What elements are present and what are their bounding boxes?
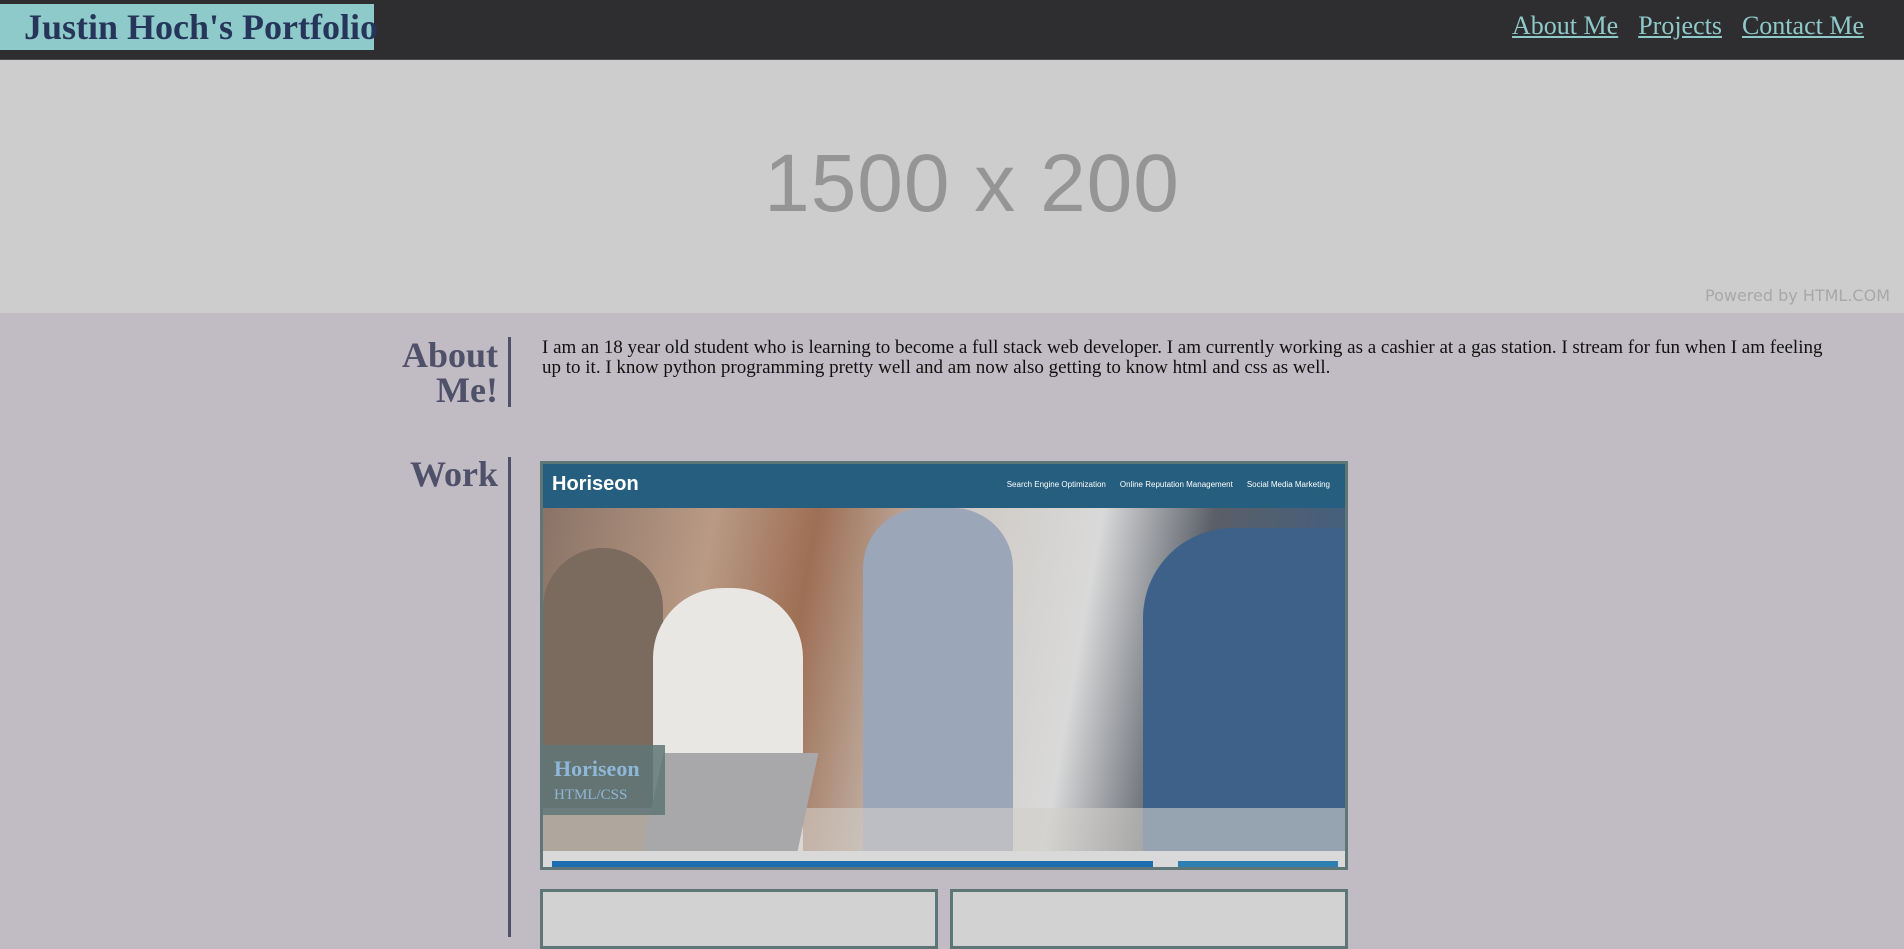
site-header: Justin Hoch's Portfolio About Me Project… xyxy=(0,0,1904,60)
project-screenshot-links: Search Engine Optimization Online Reputa… xyxy=(1007,480,1330,489)
nav-contact-me-link[interactable]: Contact Me xyxy=(1742,11,1864,41)
project-screenshot-logo: Horiseon xyxy=(552,473,639,495)
main-nav: About Me Projects Contact Me xyxy=(1512,11,1864,41)
about-section-title: About Me! xyxy=(380,335,498,410)
project-screenshot-link: Online Reputation Management xyxy=(1119,480,1233,489)
project-screenshot-bar xyxy=(1178,861,1338,867)
work-section-title: Work xyxy=(409,454,498,494)
nav-about-me-link[interactable]: About Me xyxy=(1512,11,1618,41)
about-section-divider xyxy=(508,337,511,407)
project-card[interactable] xyxy=(950,889,1348,949)
project-screenshot-link: Search Engine Optimization xyxy=(1006,480,1106,489)
project-screenshot-link: Social Media Marketing xyxy=(1246,480,1330,489)
project-screenshot-nav: Horiseon Search Engine Optimization Onli… xyxy=(543,464,1345,508)
project-screenshot-bar xyxy=(552,861,1153,867)
work-section-divider xyxy=(508,457,511,937)
photo-laptop xyxy=(642,753,819,851)
nav-projects-link[interactable]: Projects xyxy=(1638,11,1722,41)
hero-placeholder-text: 1500 x 200 xyxy=(764,138,1180,229)
site-title: Justin Hoch's Portfolio xyxy=(0,4,378,50)
about-text: I am an 18 year old student who is learn… xyxy=(542,337,1823,378)
project-card[interactable] xyxy=(540,889,938,949)
project-card-horiseon[interactable]: Horiseon Search Engine Optimization Onli… xyxy=(540,461,1348,870)
project-name: Horiseon xyxy=(554,756,640,781)
about-title-line2: Me! xyxy=(436,370,498,410)
hero-placeholder-image: 1500 x 200 Powered by HTML.COM xyxy=(0,60,1904,313)
photo-person xyxy=(1143,528,1345,851)
about-title-line1: About xyxy=(401,335,498,375)
photo-person xyxy=(863,508,1013,851)
project-tech: HTML/CSS xyxy=(554,787,628,803)
hero-powered-by: Powered by HTML.COM xyxy=(1705,286,1890,305)
project-label: Horiseon HTML/CSS xyxy=(543,745,665,815)
